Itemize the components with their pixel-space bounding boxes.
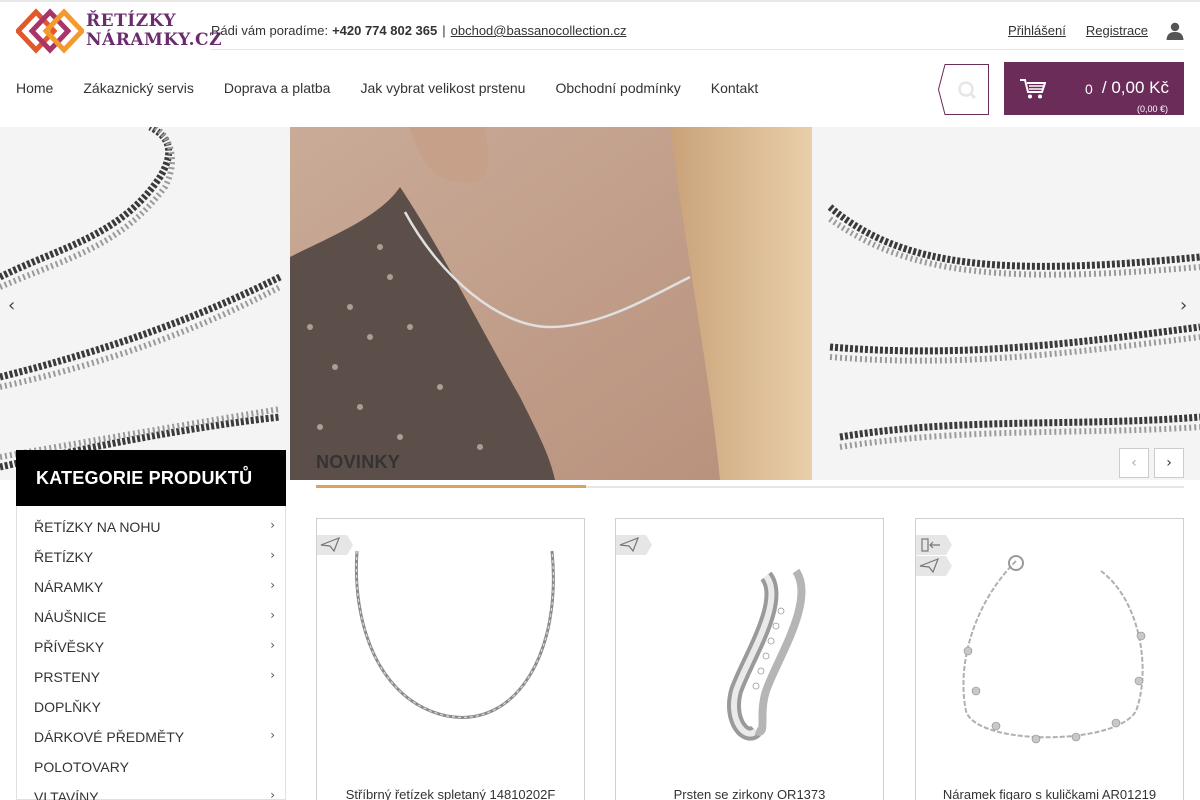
logo-text: ŘETÍZKY NÁRAMKY.CZ bbox=[86, 12, 222, 50]
category-item[interactable]: ŘETÍZKY NA NOHU › bbox=[17, 506, 285, 536]
category-item[interactable]: PŘÍVĚSKY › bbox=[17, 626, 285, 656]
category-label: NÁRAMKY bbox=[34, 579, 104, 595]
category-item[interactable]: DÁRKOVÉ PŘEDMĚTY › bbox=[17, 716, 285, 746]
category-sidebar: KATEGORIE PRODUKTŮ ŘETÍZKY NA NOHU › ŘETÍ… bbox=[16, 450, 286, 800]
hero-photo bbox=[290, 127, 812, 480]
logo-mark-icon bbox=[16, 8, 84, 54]
register-link[interactable]: Registrace bbox=[1086, 23, 1148, 38]
login-link[interactable]: Přihlášení bbox=[1008, 23, 1066, 38]
category-label: POLOTOVARY bbox=[34, 759, 129, 775]
nav-contact[interactable]: Kontakt bbox=[711, 80, 758, 96]
category-label: PŘÍVĚSKY bbox=[34, 639, 105, 655]
chevron-right-icon: › bbox=[270, 578, 275, 592]
account-links: Přihlášení Registrace bbox=[988, 22, 1184, 40]
top-divider bbox=[0, 0, 1200, 2]
contact-phone[interactable]: +420 774 802 365 bbox=[332, 23, 437, 38]
chevron-right-icon: › bbox=[270, 548, 275, 562]
category-label: ŘETÍZKY NA NOHU bbox=[34, 519, 161, 535]
news-title: NOVINKY bbox=[316, 452, 401, 472]
category-item[interactable]: PRSTENY › bbox=[17, 656, 285, 686]
chevron-left-icon: ‹ bbox=[1131, 455, 1137, 471]
news-prev-button[interactable]: ‹ bbox=[1119, 448, 1149, 478]
cart-icon bbox=[1020, 79, 1046, 99]
news-next-button[interactable]: › bbox=[1154, 448, 1184, 478]
sidebar-title: KATEGORIE PRODUKTŮ bbox=[16, 450, 286, 506]
product-image bbox=[962, 555, 1146, 744]
chevron-right-icon: › bbox=[1166, 455, 1172, 471]
category-item[interactable]: DOPLŇKY bbox=[17, 686, 285, 716]
category-label: DOPLŇKY bbox=[34, 699, 101, 715]
product-name[interactable]: Náramek figaro s kuličkami AR01219 bbox=[916, 787, 1183, 800]
category-label: DÁRKOVÉ PŘEDMĚTY bbox=[34, 729, 185, 745]
category-label: VLTAVÍNY bbox=[34, 789, 99, 800]
category-item[interactable]: ŘETÍZKY › bbox=[17, 536, 285, 566]
main-nav: Home Zákaznický servis Doprava a platba … bbox=[16, 80, 788, 96]
cart-total-eur: (0,00 €) bbox=[1136, 104, 1168, 114]
site-logo[interactable]: ŘETÍZKY NÁRAMKY.CZ bbox=[16, 6, 222, 56]
category-item[interactable]: POLOTOVARY bbox=[17, 746, 285, 776]
nav-shipping-payment[interactable]: Doprava a platba bbox=[224, 80, 331, 96]
product-card[interactable]: Stříbrný řetízek spletaný 14810202F bbox=[316, 518, 585, 800]
category-list: ŘETÍZKY NA NOHU › ŘETÍZKY › NÁRAMKY › NÁUŠN… bbox=[16, 506, 286, 800]
category-label: ŘETÍZKY bbox=[34, 549, 94, 565]
product-image bbox=[727, 568, 806, 741]
product-name[interactable]: Stříbrný řetízek spletaný 14810202F bbox=[317, 787, 584, 800]
nav-home[interactable]: Home bbox=[16, 80, 53, 96]
product-card[interactable]: Náramek figaro s kuličkami AR01219 bbox=[915, 518, 1184, 800]
contact-separator: | bbox=[442, 23, 446, 38]
chevron-right-icon: › bbox=[270, 728, 275, 742]
product-image bbox=[354, 550, 555, 719]
hero-slider[interactable]: ‹ › bbox=[0, 127, 1200, 480]
cart-total: / 0,00 Kč bbox=[1101, 78, 1169, 97]
chevron-right-icon: › bbox=[270, 608, 275, 622]
nav-ring-size[interactable]: Jak vybrat velikost prstenu bbox=[360, 80, 525, 96]
news-divider-accent bbox=[316, 485, 586, 488]
logo-line2: NÁRAMKY.CZ bbox=[86, 30, 222, 50]
product-name[interactable]: Prsten se zirkony OR1373 bbox=[616, 787, 883, 800]
user-icon[interactable] bbox=[1166, 22, 1184, 40]
search-button[interactable] bbox=[938, 64, 989, 115]
category-label: PRSTENY bbox=[34, 669, 101, 685]
chevron-right-icon: › bbox=[270, 518, 275, 532]
contact-prefix: Rádi vám poradíme: bbox=[211, 23, 329, 38]
category-item[interactable]: NÁRAMKY › bbox=[17, 566, 285, 596]
category-label: NÁUŠNICE bbox=[34, 609, 107, 625]
chevron-left-icon[interactable]: ‹ bbox=[8, 295, 15, 316]
product-card[interactable]: Prsten se zirkony OR1373 bbox=[615, 518, 884, 800]
hero-model-image bbox=[290, 127, 812, 480]
category-item[interactable]: VLTAVÍNY › bbox=[17, 776, 285, 800]
chevron-right-icon: › bbox=[270, 788, 275, 800]
cart-count: 0 bbox=[1085, 81, 1093, 97]
contact-bar: Rádi vám poradíme: +420 774 802 365 | ob… bbox=[211, 14, 1184, 50]
contact-email-link[interactable]: obchod@bassanocollection.cz bbox=[451, 23, 627, 38]
cart-button[interactable]: 0 / 0,00 Kč (0,00 €) bbox=[1004, 62, 1184, 115]
logo-line1: ŘETÍZKY bbox=[86, 11, 177, 31]
nav-terms[interactable]: Obchodní podmínky bbox=[555, 80, 680, 96]
chevron-right-icon: › bbox=[270, 668, 275, 682]
chevron-right-icon[interactable]: › bbox=[1180, 295, 1187, 316]
nav-customer-service[interactable]: Zákaznický servis bbox=[83, 80, 193, 96]
chevron-right-icon: › bbox=[270, 638, 275, 652]
category-item[interactable]: NÁUŠNICE › bbox=[17, 596, 285, 626]
